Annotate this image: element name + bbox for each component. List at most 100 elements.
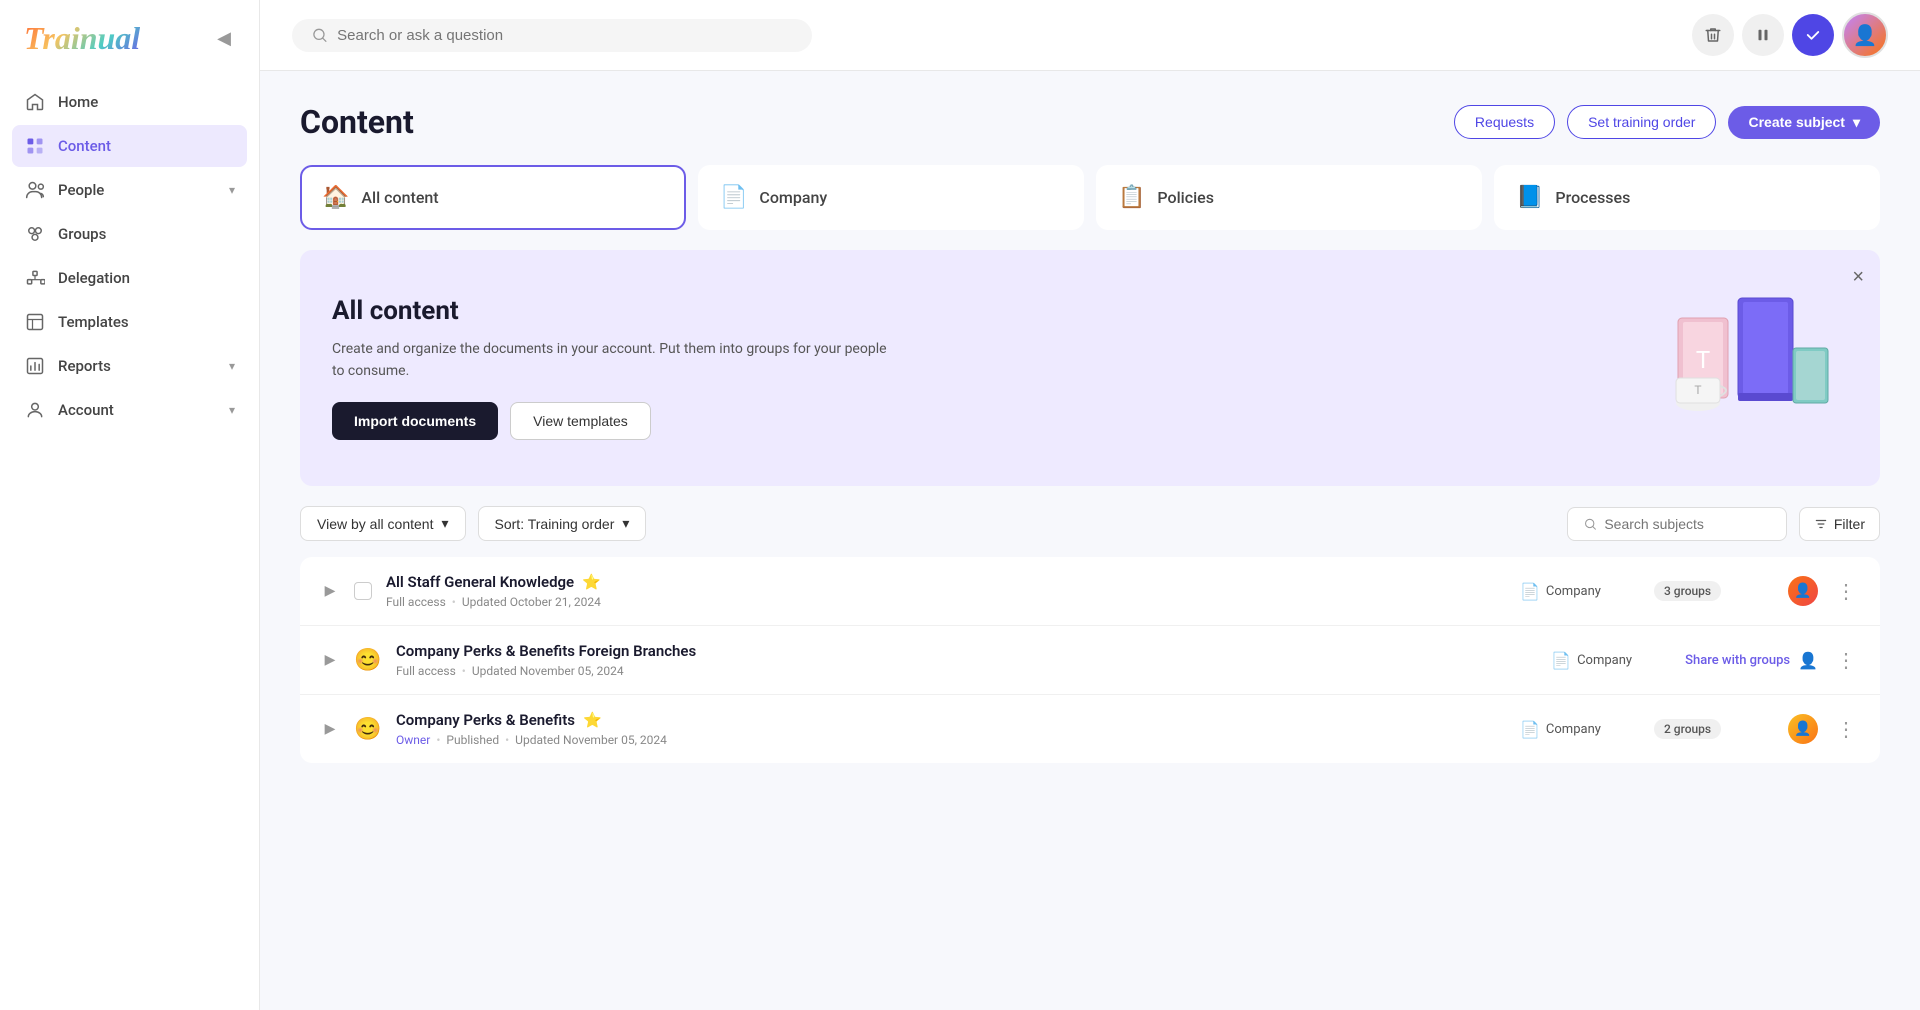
sidebar-item-content[interactable]: Content [12, 125, 247, 167]
sidebar-item-content-label: Content [58, 137, 235, 155]
policies-icon: 📋 [1118, 185, 1145, 210]
item-more-button[interactable]: ⋮ [1832, 648, 1860, 672]
user-avatar[interactable]: 👤 [1842, 12, 1888, 58]
banner-actions: Import documents View templates [332, 402, 892, 440]
sidebar-item-account[interactable]: Account ▾ [12, 389, 247, 431]
sidebar-item-reports-label: Reports [58, 357, 217, 375]
pause-icon [1754, 26, 1772, 44]
expand-button[interactable]: ▶ [320, 721, 340, 737]
view-by-dropdown[interactable]: View by all content ▾ [300, 506, 466, 541]
star-icon: ⭐ [583, 711, 602, 729]
search-subjects-input-wrapper[interactable] [1567, 507, 1787, 541]
svg-text:T: T [1696, 346, 1710, 374]
item-type: 📄 Company [1520, 582, 1640, 601]
sidebar-item-groups[interactable]: Groups [12, 213, 247, 255]
sort-dropdown[interactable]: Sort: Training order ▾ [478, 506, 647, 541]
processes-icon: 📘 [1516, 185, 1543, 210]
tab-all-content[interactable]: 🏠 All content [300, 165, 686, 230]
filter-button[interactable]: Filter [1799, 507, 1880, 541]
sidebar-item-home-label: Home [58, 93, 235, 111]
type-icon: 📄 [1551, 651, 1571, 670]
logo-area: Trainual ◀ [0, 0, 259, 73]
item-info: Company Perks & Benefits ⭐ Owner • Publi… [396, 711, 1506, 747]
sidebar-item-home[interactable]: Home [12, 81, 247, 123]
list-item: ▶ All Staff General Knowledge ⭐ Full acc… [300, 557, 1880, 626]
check-button[interactable] [1792, 14, 1834, 56]
item-groups: Share with groups 👤 [1685, 651, 1818, 670]
delegation-icon [24, 267, 46, 289]
banner-description: Create and organize the documents in you… [332, 338, 892, 383]
delete-button[interactable] [1692, 14, 1734, 56]
set-training-order-button[interactable]: Set training order [1567, 105, 1716, 139]
reports-icon [24, 355, 46, 377]
banner-title: All content [332, 296, 892, 326]
tab-company-label: Company [759, 188, 827, 207]
filter-icon [1814, 517, 1828, 531]
tab-processes-label: Processes [1555, 188, 1630, 207]
sidebar-item-groups-label: Groups [58, 225, 235, 243]
account-chevron-icon: ▾ [229, 403, 235, 417]
item-title: Company Perks & Benefits Foreign Branche… [396, 642, 1537, 660]
reports-chevron-icon: ▾ [229, 359, 235, 373]
type-icon: 📄 [1520, 720, 1540, 739]
item-emoji: 😊 [354, 717, 382, 742]
item-meta: Full access • Updated October 21, 2024 [386, 595, 1506, 609]
expand-button[interactable]: ▶ [320, 652, 340, 668]
sort-chevron-icon: ▾ [622, 515, 629, 532]
item-groups: 2 groups [1654, 719, 1774, 739]
all-content-banner: All content Create and organize the docu… [300, 250, 1880, 486]
star-icon: ⭐ [582, 573, 601, 591]
tab-processes[interactable]: 📘 Processes [1494, 165, 1880, 230]
item-avatar: 👤 [1788, 576, 1818, 606]
app-logo: Trainual [24, 20, 140, 57]
item-more-button[interactable]: ⋮ [1832, 579, 1860, 603]
create-subject-button[interactable]: Create subject ▾ [1728, 106, 1880, 139]
home-icon [24, 91, 46, 113]
item-info: Company Perks & Benefits Foreign Branche… [396, 642, 1537, 678]
content-icon [24, 135, 46, 157]
view-templates-button[interactable]: View templates [510, 402, 651, 440]
page-title: Content [300, 103, 414, 141]
item-title: All Staff General Knowledge ⭐ [386, 573, 1506, 591]
filter-right: Filter [1567, 507, 1880, 541]
nav-items: Home Content P [0, 73, 259, 439]
search-input[interactable] [337, 27, 792, 44]
pause-button[interactable] [1742, 14, 1784, 56]
people-icon [24, 179, 46, 201]
type-icon: 📄 [1520, 582, 1540, 601]
sidebar-collapse-button[interactable]: ◀ [213, 24, 235, 53]
search-subjects-input[interactable] [1604, 516, 1770, 532]
page-content: Content Requests Set training order Crea… [260, 71, 1920, 1010]
sidebar: Trainual ◀ Home Content [0, 0, 260, 1010]
share-groups-person-icon: 👤 [1798, 651, 1818, 670]
sidebar-item-people[interactable]: People ▾ [12, 169, 247, 211]
search-bar[interactable] [292, 19, 812, 52]
topbar-actions: 👤 [1692, 12, 1888, 58]
account-icon [24, 399, 46, 421]
checkmark-icon [1804, 26, 1822, 44]
search-icon [312, 27, 327, 43]
sidebar-item-templates-label: Templates [58, 313, 235, 331]
item-checkbox[interactable] [354, 582, 372, 600]
banner-close-button[interactable]: × [1852, 266, 1864, 289]
banner-illustration: T T [1648, 278, 1848, 458]
sidebar-item-delegation[interactable]: Delegation [12, 257, 247, 299]
item-groups: 3 groups [1654, 581, 1774, 601]
filters-row: View by all content ▾ Sort: Training ord… [300, 506, 1880, 541]
content-tabs: 🏠 All content 📄 Company 📋 Policies 📘 Pro… [300, 165, 1880, 230]
tab-company[interactable]: 📄 Company [698, 165, 1084, 230]
item-more-button[interactable]: ⋮ [1832, 717, 1860, 741]
search-subjects-icon [1584, 517, 1596, 531]
expand-button[interactable]: ▶ [320, 583, 340, 599]
main-area: 👤 Content Requests Set training order Cr… [260, 0, 1920, 1010]
list-item: ▶ 😊 Company Perks & Benefits ⭐ Owner • P… [300, 695, 1880, 763]
filter-left: View by all content ▾ Sort: Training ord… [300, 506, 646, 541]
sidebar-item-templates[interactable]: Templates [12, 301, 247, 343]
requests-button[interactable]: Requests [1454, 105, 1555, 139]
svg-text:T: T [1694, 383, 1701, 397]
trash-icon [1704, 26, 1722, 44]
tab-policies[interactable]: 📋 Policies [1096, 165, 1482, 230]
content-list: ▶ All Staff General Knowledge ⭐ Full acc… [300, 557, 1880, 763]
sidebar-item-reports[interactable]: Reports ▾ [12, 345, 247, 387]
import-documents-button[interactable]: Import documents [332, 402, 498, 440]
